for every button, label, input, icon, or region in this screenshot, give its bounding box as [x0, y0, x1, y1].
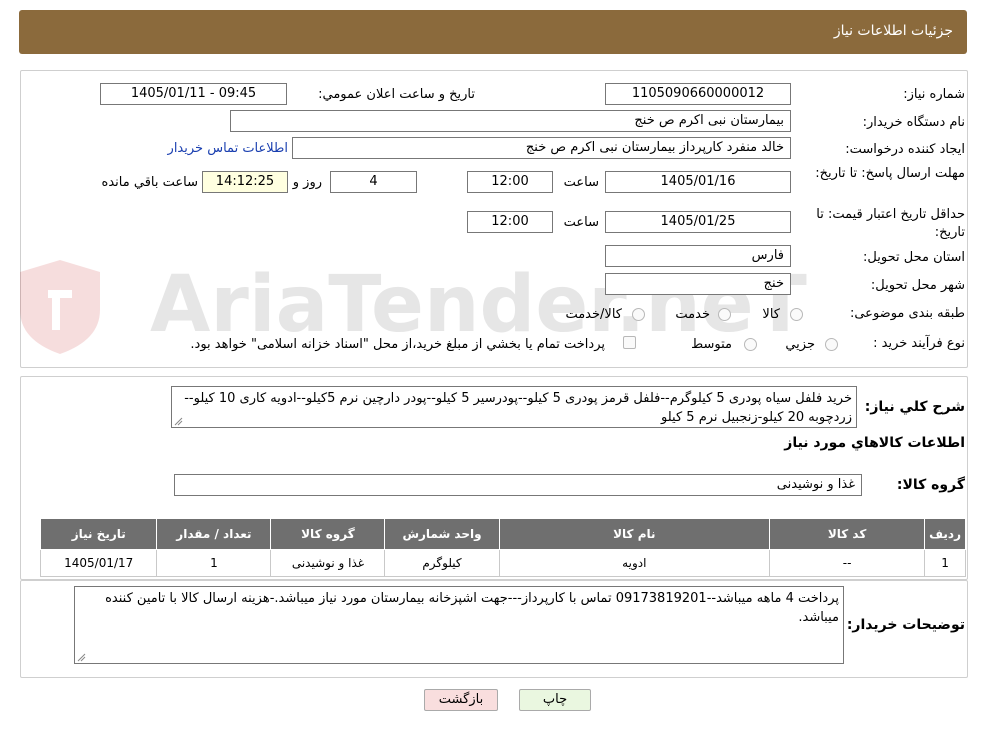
- need-number-field: 1105090660000012: [605, 83, 791, 105]
- deadline-label: مهلت ارسال پاسخ: تا تاريخ:: [815, 166, 965, 181]
- province-label: استان محل تحويل:: [863, 250, 965, 265]
- column-header: نام کالا: [498, 518, 771, 550]
- deadline-date-field: 1405/01/16: [605, 171, 791, 193]
- table-cell: ادویه: [498, 549, 771, 577]
- city-label: شهر محل تحويل:: [870, 278, 965, 293]
- category-option-service: خدمت: [675, 307, 710, 322]
- validity-time-field: 12:00: [467, 211, 553, 233]
- category-radio-service[interactable]: [718, 308, 731, 321]
- category-radio-goods-service[interactable]: [632, 308, 645, 321]
- column-header: تعداد / مقدار: [156, 518, 272, 550]
- table-header-row: رديف کد کالا نام کالا واحد شمارش گروه کا…: [39, 518, 966, 550]
- description-label: شرح کلي نياز:: [864, 399, 965, 415]
- back-button[interactable]: بازگشت: [424, 689, 498, 711]
- page-header: جزئیات اطلاعات نیاز: [19, 10, 967, 54]
- table-cell: --: [769, 549, 926, 577]
- validity-time-label: ساعت: [563, 215, 599, 230]
- process-radio-medium[interactable]: [744, 338, 757, 351]
- process-radio-minor[interactable]: [825, 338, 838, 351]
- category-option-goods: کالا: [762, 307, 780, 322]
- column-header: رديف: [924, 518, 966, 550]
- goods-group-field: غذا و نوشیدنی: [174, 474, 862, 496]
- page-title: جزئیات اطلاعات نیاز: [833, 23, 953, 39]
- description-field: خرید فلفل سیاه پودری 5 کیلوگرم--فلفل قرم…: [171, 386, 857, 428]
- category-option-goods-service: کالا/خدمت: [565, 307, 622, 322]
- column-header: کد کالا: [769, 518, 926, 550]
- need-number-label: شماره نیاز:: [903, 87, 965, 102]
- buyer-notes-label: توضيحات خريدار:: [846, 617, 965, 633]
- announce-label: تاریخ و ساعت اعلان عمومي:: [318, 87, 475, 102]
- validity-label: حداقل تاريخ اعتبار قيمت: تا تاريخ:: [816, 207, 965, 240]
- table-cell: 1: [924, 549, 966, 577]
- description-text: خرید فلفل سیاه پودری 5 کیلوگرم--فلفل قرم…: [184, 391, 852, 425]
- table-cell: کیلوگرم: [384, 549, 500, 577]
- treasury-checkbox[interactable]: [623, 336, 636, 349]
- deadline-time-label: ساعت: [563, 175, 599, 190]
- items-section-title: اطلاعات کالاهاي مورد نياز: [784, 435, 965, 451]
- table-cell: 1405/01/17: [39, 549, 158, 577]
- validity-date-field: 1405/01/25: [605, 211, 791, 233]
- buyer-org-label: نام دستگاه خريدار:: [862, 115, 965, 130]
- days-field: 4: [330, 171, 417, 193]
- buyer-notes-text: پرداخت 4 ماهه میباشد--09173819201 تماس ب…: [105, 591, 839, 625]
- days-label: روز و: [292, 175, 322, 190]
- category-label: طبقه بندی موضوعی:: [849, 306, 965, 321]
- deadline-time-field: 12:00: [467, 171, 553, 193]
- table-cell: غذا و نوشیدنی: [270, 549, 386, 577]
- column-header: واحد شمارش: [384, 518, 500, 550]
- process-label: نوع فرآيند خريد :: [873, 336, 965, 351]
- requester-label: ايجاد کننده درخواست:: [845, 142, 965, 157]
- buyer-notes-field: پرداخت 4 ماهه میباشد--09173819201 تماس ب…: [74, 586, 844, 664]
- print-button[interactable]: چاپ: [519, 689, 591, 711]
- items-table: رديف کد کالا نام کالا واحد شمارش گروه کا…: [39, 518, 966, 577]
- process-option-minor: جزيي: [785, 337, 815, 352]
- buyer-org-field: بیمارستان نبی اکرم ص خنج: [230, 110, 791, 132]
- contact-buyer-link[interactable]: اطلاعات تماس خريدار: [168, 141, 288, 156]
- city-field: خنج: [605, 273, 791, 295]
- table-cell: 1: [156, 549, 272, 577]
- column-header: گروه کالا: [270, 518, 386, 550]
- requester-field: خالد منفرد کارپرداز بیمارستان نبی اکرم ص…: [292, 137, 791, 159]
- resize-grip-icon[interactable]: [77, 653, 86, 662]
- process-option-medium: متوسط: [691, 337, 732, 352]
- category-radio-goods[interactable]: [790, 308, 803, 321]
- goods-group-label: گروه کالا:: [896, 477, 965, 493]
- payment-note: پرداخت تمام يا بخشي از مبلغ خريد،از محل …: [190, 337, 605, 352]
- table-row: 1 -- ادویه کیلوگرم غذا و نوشیدنی 1 1405/…: [39, 549, 966, 577]
- remaining-label: ساعت باقي مانده: [101, 175, 198, 190]
- column-header: تاريخ نياز: [39, 518, 158, 550]
- remaining-time-field: 14:12:25: [202, 171, 288, 193]
- announce-field: 1405/01/11 - 09:45: [100, 83, 287, 105]
- resize-grip-icon[interactable]: [174, 417, 183, 426]
- province-field: فارس: [605, 245, 791, 267]
